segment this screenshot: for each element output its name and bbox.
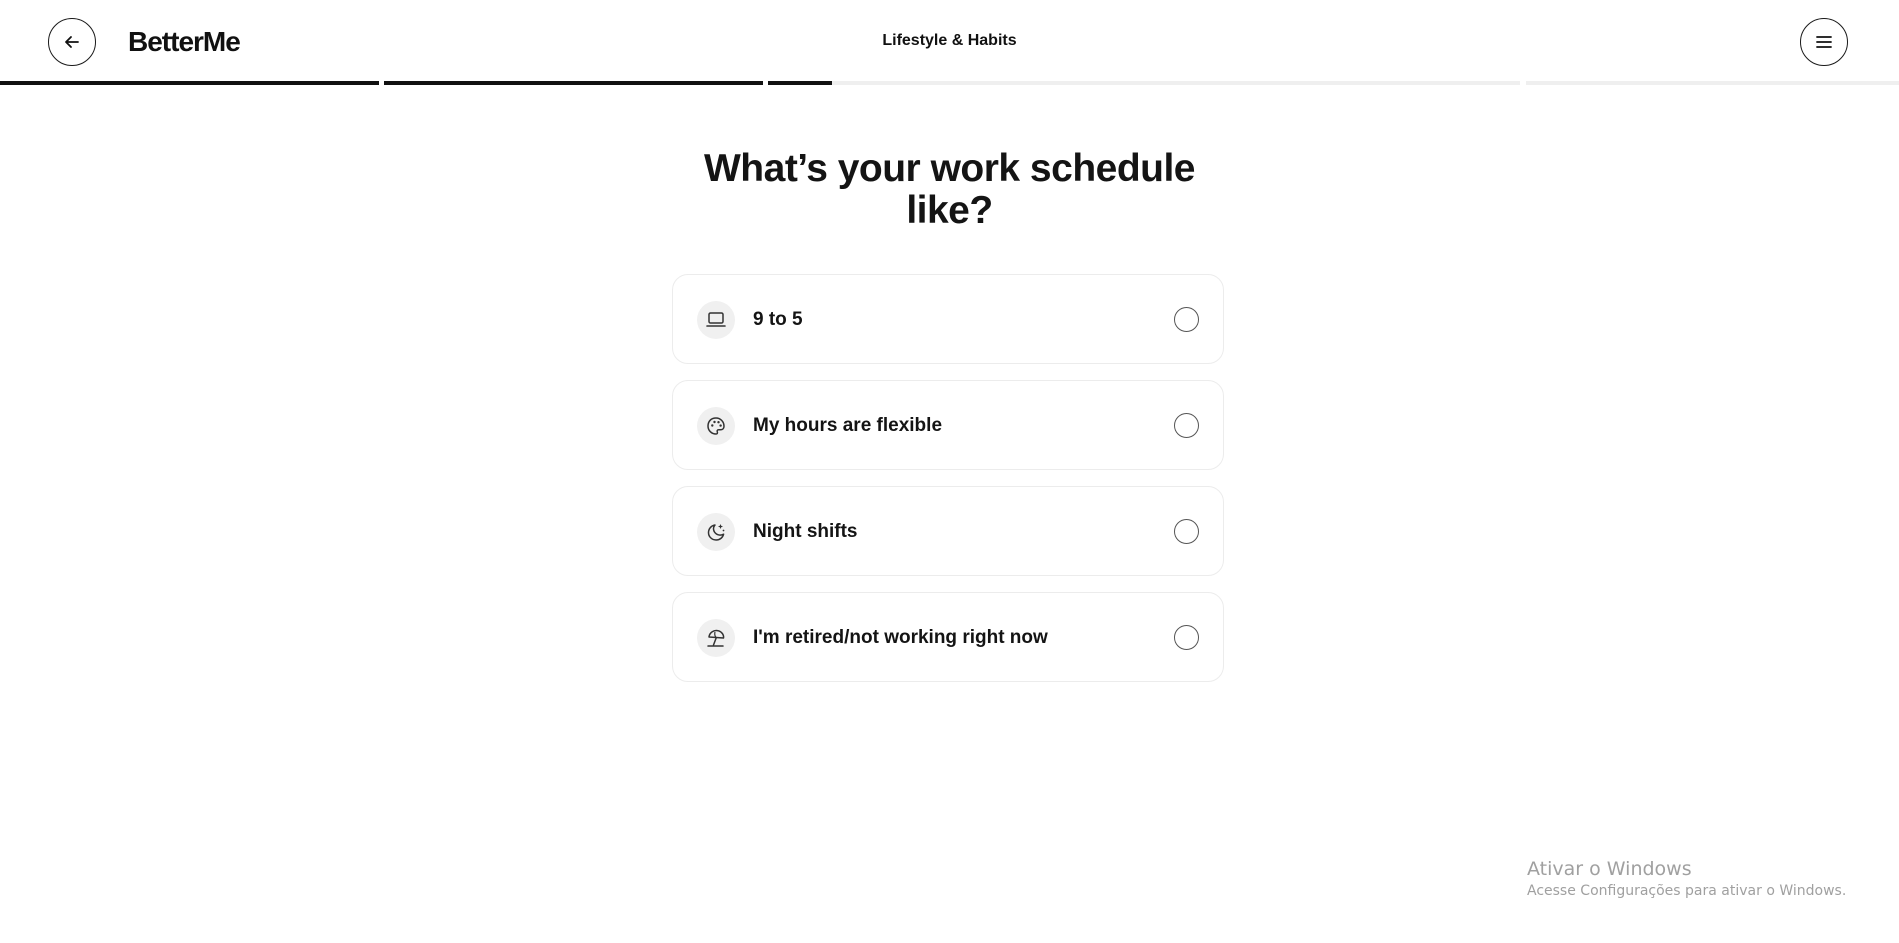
menu-button[interactable] xyxy=(1800,18,1848,66)
header: BetterMe Lifestyle & Habits xyxy=(0,0,1899,82)
options-list: 9 to 5 My hours are flexible Night shift… xyxy=(672,274,1224,698)
option-flexible-hours[interactable]: My hours are flexible xyxy=(672,380,1224,470)
progress-segment xyxy=(0,81,379,85)
hamburger-menu-icon xyxy=(1814,32,1834,52)
progress-segment xyxy=(1141,81,1520,85)
progress-segment xyxy=(1526,81,1899,85)
option-night-shifts[interactable]: Night shifts xyxy=(672,486,1224,576)
laptop-icon xyxy=(697,301,735,339)
question-title: What’s your work schedule like? xyxy=(0,148,1899,232)
beach-umbrella-icon xyxy=(697,619,735,657)
radio-button[interactable] xyxy=(1174,625,1199,650)
moon-stars-icon xyxy=(697,513,735,551)
radio-button[interactable] xyxy=(1174,413,1199,438)
watermark-title: Ativar o Windows xyxy=(1527,858,1692,880)
progress-segment xyxy=(384,81,763,85)
option-label: 9 to 5 xyxy=(753,309,803,330)
question-line-1: What’s your work schedule xyxy=(704,147,1196,190)
progress-segment xyxy=(768,81,1147,85)
option-9-to-5[interactable]: 9 to 5 xyxy=(672,274,1224,364)
option-retired[interactable]: I'm retired/not working right now xyxy=(672,592,1224,682)
radio-button[interactable] xyxy=(1174,519,1199,544)
question-line-2: like? xyxy=(906,189,993,232)
watermark-subtitle: Acesse Configurações para ativar o Windo… xyxy=(1527,883,1847,899)
option-label: I'm retired/not working right now xyxy=(753,627,1048,648)
section-title: Lifestyle & Habits xyxy=(882,32,1017,49)
palette-icon xyxy=(697,407,735,445)
windows-activation-watermark: Ativar o Windows Acesse Configurações pa… xyxy=(1527,857,1846,901)
option-label: Night shifts xyxy=(753,521,858,542)
progress-bar xyxy=(0,81,1899,85)
option-label: My hours are flexible xyxy=(753,415,943,436)
radio-button[interactable] xyxy=(1174,307,1199,332)
